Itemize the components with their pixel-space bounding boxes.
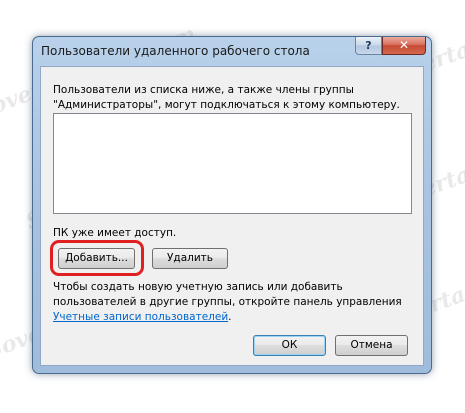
access-status-text: ПК уже имеет доступ. [53,227,177,239]
dialog-title: Пользователи удаленного рабочего стола [41,44,310,58]
ok-button[interactable]: ОК [253,335,326,356]
close-button[interactable]: ✕ [382,37,426,55]
title-bar-buttons: ? ✕ [355,37,426,55]
hint-body: Чтобы создать новую учетную запись или д… [53,281,402,308]
remote-desktop-users-dialog: Пользователи удаленного рабочего стола ?… [32,36,432,374]
remove-button[interactable]: Удалить [152,248,228,269]
hint-text: Чтобы создать новую учетную запись или д… [53,280,413,325]
users-listbox[interactable] [53,113,412,214]
dialog-body: Пользователи из списка ниже, а также чле… [40,66,424,366]
close-icon: ✕ [398,38,410,52]
cancel-button[interactable]: Отмена [335,335,408,356]
user-accounts-link[interactable]: Учетные записи пользователей [53,311,228,323]
add-button[interactable]: Добавить... [58,248,135,269]
help-button[interactable]: ? [355,37,382,55]
hint-suffix: . [228,311,232,323]
description-text: Пользователи из списка ниже, а также чле… [53,84,400,111]
